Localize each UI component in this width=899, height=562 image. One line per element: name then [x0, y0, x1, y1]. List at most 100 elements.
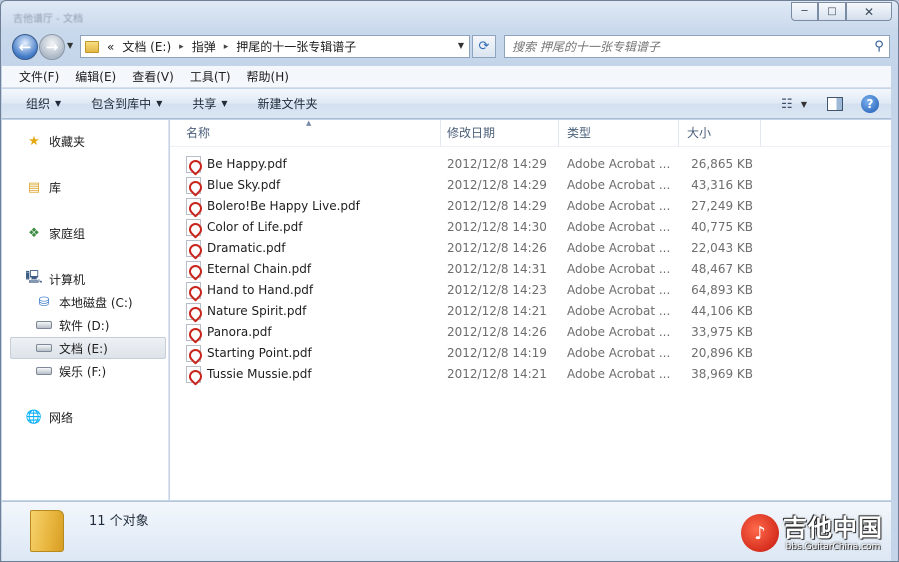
pdf-icon: [186, 366, 201, 383]
minimize-button[interactable]: ─: [791, 2, 818, 21]
share-button[interactable]: 共享 ▼: [192, 95, 227, 112]
command-bar-right: ☷ ▼ ?: [777, 94, 891, 114]
nav-computer[interactable]: 🖳 计算机: [25, 268, 85, 290]
library-icon: ▤: [27, 179, 41, 195]
breadcrumb-current-folder[interactable]: 押尾的十一张专辑谱子: [236, 38, 356, 55]
address-overflow[interactable]: «: [107, 40, 114, 54]
file-type: Adobe Acrobat ...: [567, 346, 671, 360]
column-date[interactable]: 修改日期: [439, 120, 559, 147]
address-bar[interactable]: « 文档 (E:) ▸ 指弹 ▸ 押尾的十一张专辑谱子 ▼: [80, 35, 470, 58]
file-date: 2012/12/8 14:21: [447, 367, 547, 381]
pdf-icon: [186, 198, 201, 215]
file-row[interactable]: Hand to Hand.pdf 2012/12/8 14:23 Adobe A…: [170, 280, 891, 301]
pdf-icon: [186, 282, 201, 299]
file-name: Be Happy.pdf: [207, 157, 287, 171]
views-icon[interactable]: ☷: [777, 94, 797, 114]
address-dropdown-icon[interactable]: ▼: [458, 41, 464, 50]
file-size: 40,775 KB: [691, 220, 753, 234]
file-size: 44,106 KB: [691, 304, 753, 318]
file-row[interactable]: Eternal Chain.pdf 2012/12/8 14:31 Adobe …: [170, 259, 891, 280]
file-name: Hand to Hand.pdf: [207, 283, 314, 297]
file-row[interactable]: Panora.pdf 2012/12/8 14:26 Adobe Acrobat…: [170, 322, 891, 343]
navigation-pane: ★ 收藏夹 ▤ 库 ❖ 家庭组 🖳 计算机 ⛁ 本地磁盘 (C:) 软件 (D:…: [2, 120, 169, 500]
nav-network-label: 网络: [49, 410, 74, 425]
help-icon[interactable]: ?: [861, 95, 879, 113]
breadcrumb-separator-icon[interactable]: ▸: [179, 42, 184, 52]
file-row[interactable]: Dramatic.pdf 2012/12/8 14:26 Adobe Acrob…: [170, 238, 891, 259]
file-name: Panora.pdf: [207, 325, 272, 339]
watermark-text: 吉他中国 bbs.GuitarChina.com: [783, 514, 883, 552]
file-row[interactable]: Color of Life.pdf 2012/12/8 14:30 Adobe …: [170, 217, 891, 238]
menu-view[interactable]: 查看(V): [132, 68, 174, 85]
close-button[interactable]: ✕: [846, 2, 892, 21]
file-type: Adobe Acrobat ...: [567, 262, 671, 276]
star-icon: ★: [28, 133, 40, 149]
file-size: 33,975 KB: [691, 325, 753, 339]
menu-tools[interactable]: 工具(T): [190, 68, 231, 85]
column-type[interactable]: 类型: [559, 120, 679, 147]
menu-edit[interactable]: 编辑(E): [75, 68, 116, 85]
file-date: 2012/12/8 14:19: [447, 346, 547, 360]
file-size: 38,969 KB: [691, 367, 753, 381]
nav-libraries[interactable]: ▤ 库: [26, 176, 61, 198]
maximize-button[interactable]: □: [818, 2, 846, 21]
folder-icon: [85, 40, 99, 53]
breadcrumb-fingerstyle[interactable]: 指弹: [192, 38, 216, 55]
back-button[interactable]: ←: [12, 34, 38, 60]
command-bar: 组织 ▼ 包含到库中 ▼ 共享 ▼ 新建文件夹 ☷ ▼ ?: [2, 89, 891, 119]
pdf-icon: [186, 240, 201, 257]
chevron-down-icon: ▼: [55, 99, 62, 108]
file-date: 2012/12/8 14:23: [447, 283, 547, 297]
details-pane: 11 个对象 ♪ 吉他中国 bbs.GuitarChina.com: [2, 501, 891, 561]
file-size: 20,896 KB: [691, 346, 753, 360]
forward-button[interactable]: →: [39, 34, 65, 60]
breadcrumb-separator-icon[interactable]: ▸: [224, 42, 229, 52]
file-size: 27,249 KB: [691, 199, 753, 213]
file-row[interactable]: Be Happy.pdf 2012/12/8 14:29 Adobe Acrob…: [170, 154, 891, 175]
file-date: 2012/12/8 14:29: [447, 157, 547, 171]
nav-network[interactable]: 🌐 网络: [26, 406, 73, 428]
column-name[interactable]: 名称: [178, 120, 441, 147]
views-dropdown-icon[interactable]: ▼: [801, 100, 807, 109]
nav-drive-f[interactable]: 娱乐 (F:): [36, 360, 106, 382]
nav-drive-e[interactable]: 文档 (E:): [10, 337, 166, 359]
nav-favorites[interactable]: ★ 收藏夹: [26, 130, 85, 152]
pdf-icon: [186, 177, 201, 194]
menu-help[interactable]: 帮助(H): [247, 68, 289, 85]
nav-drive-c[interactable]: ⛁ 本地磁盘 (C:): [36, 291, 133, 313]
file-row[interactable]: Starting Point.pdf 2012/12/8 14:19 Adobe…: [170, 343, 891, 364]
preview-pane-icon[interactable]: [827, 97, 843, 111]
file-row[interactable]: Nature Spirit.pdf 2012/12/8 14:21 Adobe …: [170, 301, 891, 322]
file-row[interactable]: Tussie Mussie.pdf 2012/12/8 14:21 Adobe …: [170, 364, 891, 385]
organize-button[interactable]: 组织 ▼: [26, 95, 61, 112]
file-row[interactable]: Blue Sky.pdf 2012/12/8 14:29 Adobe Acrob…: [170, 175, 891, 196]
chevron-down-icon: ▼: [221, 99, 228, 108]
breadcrumb-drive-e[interactable]: 文档 (E:): [122, 38, 171, 55]
new-folder-button[interactable]: 新建文件夹: [258, 95, 318, 112]
file-name: Color of Life.pdf: [207, 220, 303, 234]
nav-homegroup-label: 家庭组: [49, 226, 86, 241]
refresh-button[interactable]: ⟳: [472, 35, 496, 58]
guitar-logo-icon: ♪: [741, 514, 779, 552]
drive-icon: [36, 363, 52, 379]
recent-pages-dropdown[interactable]: ▼: [67, 41, 73, 50]
nav-homegroup[interactable]: ❖ 家庭组: [26, 222, 85, 244]
drive-icon: [36, 340, 52, 356]
nav-drive-d[interactable]: 软件 (D:): [36, 314, 109, 336]
menu-file[interactable]: 文件(F): [19, 68, 59, 85]
watermark-name: 吉他中国: [783, 514, 883, 542]
back-arrow-icon: ←: [18, 38, 32, 56]
include-in-library-button[interactable]: 包含到库中 ▼: [91, 95, 162, 112]
column-size[interactable]: 大小: [679, 120, 761, 147]
search-box[interactable]: ⚲: [504, 35, 890, 58]
search-input[interactable]: [505, 36, 869, 57]
pdf-icon: [186, 303, 201, 320]
search-icon[interactable]: ⚲: [869, 39, 889, 54]
file-date: 2012/12/8 14:26: [447, 241, 547, 255]
file-date: 2012/12/8 14:26: [447, 325, 547, 339]
title-bar[interactable]: 吉他谱厅 - 文档 ─ □ ✕: [1, 1, 898, 31]
organize-label: 组织: [26, 97, 51, 111]
file-row[interactable]: Bolero!Be Happy Live.pdf 2012/12/8 14:29…: [170, 196, 891, 217]
file-date: 2012/12/8 14:21: [447, 304, 547, 318]
file-list: ▲ 名称 修改日期 类型 大小 Be Happy.pdf 2012/12/8 1…: [170, 119, 891, 500]
